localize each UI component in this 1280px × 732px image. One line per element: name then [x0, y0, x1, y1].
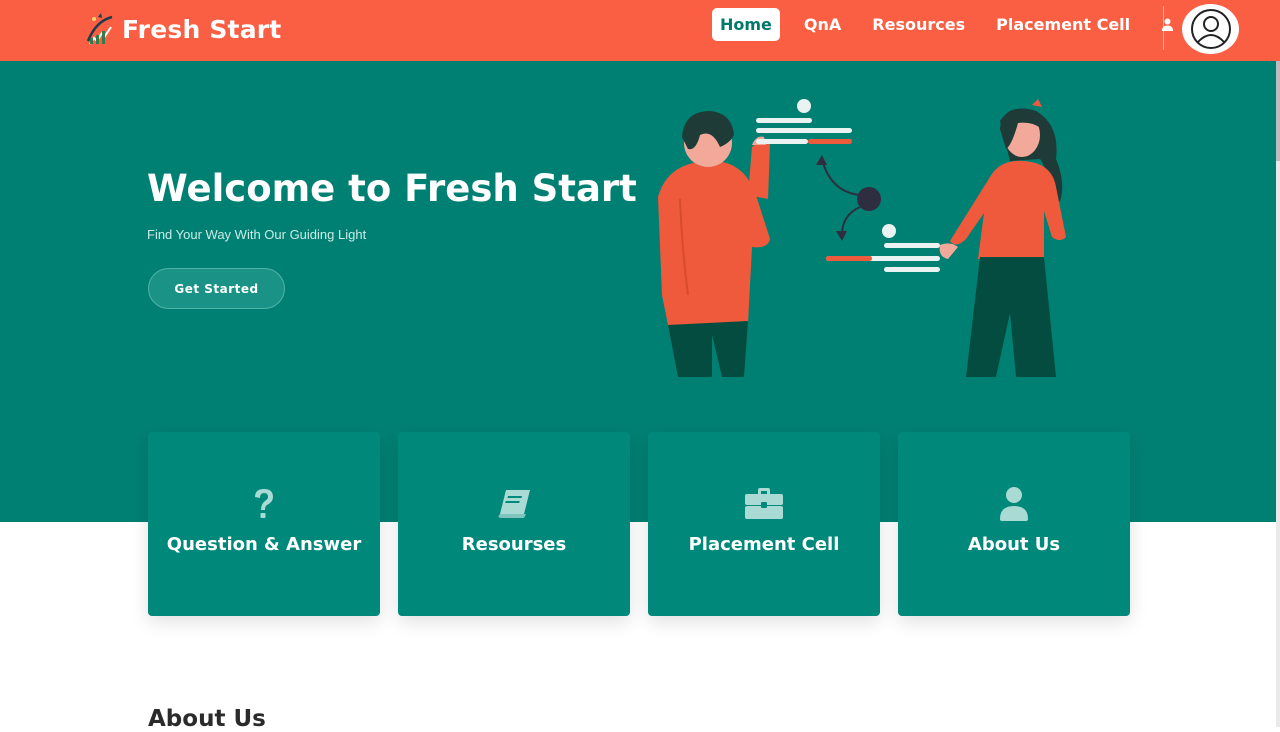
main-nav: Home QnA Resources Placement Cell	[712, 8, 1176, 41]
top-navbar: Fresh Start Home QnA Resources Placement…	[0, 0, 1280, 61]
brand-logo[interactable]: Fresh Start	[84, 11, 281, 47]
page-scrollbar-thumb[interactable]	[1276, 61, 1280, 161]
briefcase-icon	[745, 486, 783, 522]
card-question-answer[interactable]: Question & Answer	[148, 432, 380, 616]
logo-mark-icon	[86, 13, 113, 45]
nav-resources[interactable]: Resources	[864, 8, 973, 41]
card-resources[interactable]: Resourses	[398, 432, 630, 616]
card-title: Question & Answer	[166, 534, 362, 555]
nav-divider	[1163, 6, 1164, 50]
feature-cards: Question & Answer Resourses Placement Ce…	[148, 432, 1130, 616]
about-heading: About Us	[148, 706, 266, 732]
brand-name: Fresh Start	[122, 14, 282, 44]
nav-qna[interactable]: QnA	[796, 8, 849, 41]
hero-title: Welcome to Fresh Start	[147, 167, 637, 210]
card-title: Resourses	[461, 534, 567, 555]
user-icon[interactable]	[1158, 15, 1176, 35]
hero-illustration	[658, 99, 1066, 377]
question-icon	[253, 486, 275, 522]
get-started-button[interactable]: Get Started	[148, 268, 285, 309]
nav-home[interactable]: Home	[712, 8, 780, 41]
card-about-us[interactable]: About Us	[898, 432, 1130, 616]
card-placement-cell[interactable]: Placement Cell	[648, 432, 880, 616]
avatar-icon[interactable]	[1182, 4, 1239, 54]
card-title: About Us	[967, 534, 1061, 555]
nav-placement-cell[interactable]: Placement Cell	[988, 8, 1138, 41]
book-icon	[496, 486, 532, 522]
user-icon	[1000, 486, 1028, 522]
hero-subtitle: Find Your Way With Our Guiding Light	[147, 227, 367, 242]
card-title: Placement Cell	[688, 534, 840, 555]
